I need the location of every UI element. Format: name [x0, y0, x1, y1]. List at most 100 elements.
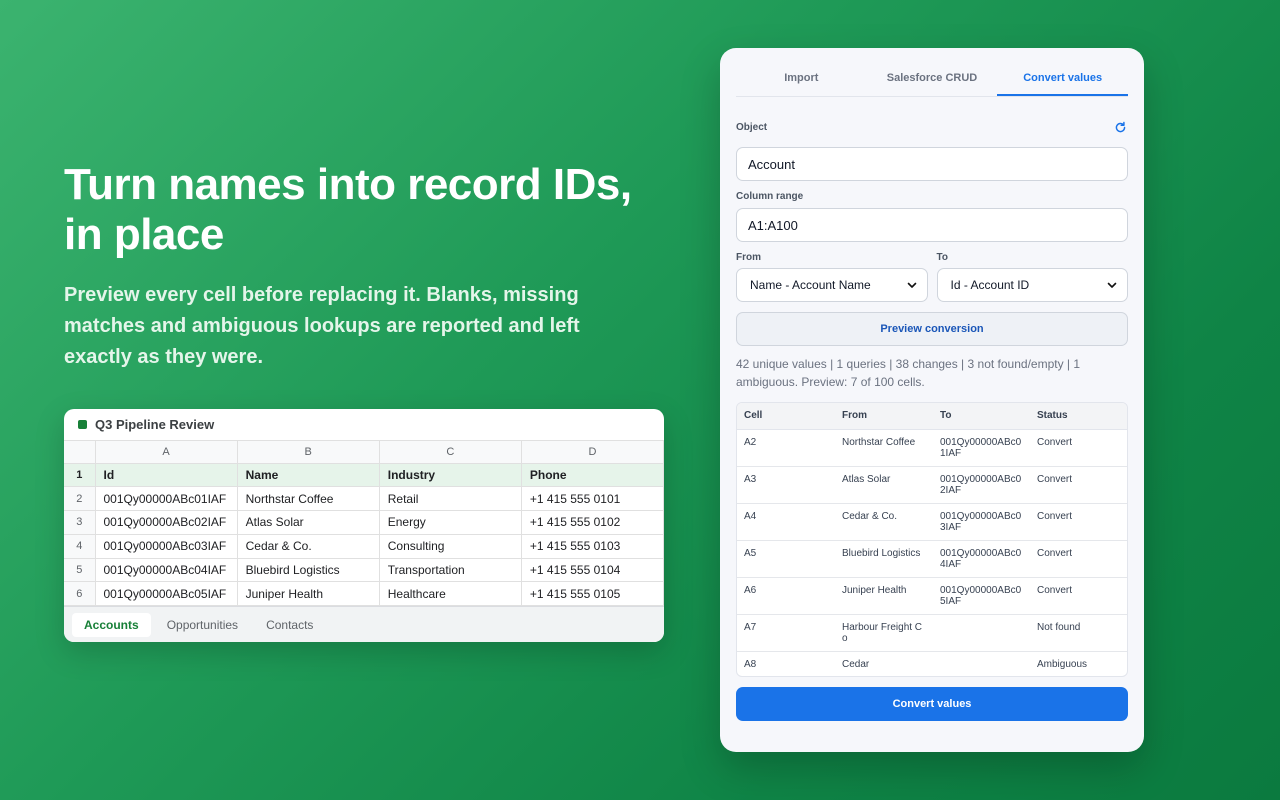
- refresh-icon[interactable]: [1112, 119, 1128, 135]
- cell[interactable]: +1 415 555 0101: [521, 486, 664, 512]
- field-select-row: From Name - Account Name To Id - Account…: [736, 252, 1128, 302]
- result-from: Harbour Freight Co: [835, 614, 933, 652]
- table-row: A4 Cedar & Co. 001Qy00000ABc03IAF Conver…: [737, 503, 1127, 541]
- cell[interactable]: 001Qy00000ABc04IAF: [95, 558, 238, 583]
- result-from: Northstar Coffee: [835, 429, 933, 467]
- chevron-down-icon: [907, 282, 916, 288]
- from-label: From: [736, 252, 761, 263]
- cell[interactable]: Cedar & Co.: [237, 534, 380, 559]
- cell[interactable]: Healthcare: [379, 581, 522, 607]
- result-cell: A7: [737, 614, 835, 652]
- column-range-input[interactable]: A1:A100: [736, 208, 1128, 242]
- tab-import[interactable]: Import: [736, 64, 867, 96]
- from-field: From Name - Account Name: [736, 252, 928, 302]
- cell[interactable]: Phone: [521, 463, 664, 488]
- result-from: Cedar & Co.: [835, 503, 933, 541]
- result-to: 001Qy00000ABc02IAF: [933, 466, 1030, 504]
- result-to: 001Qy00000ABc01IAF: [933, 429, 1030, 467]
- cell[interactable]: +1 415 555 0104: [521, 558, 664, 583]
- results-header-row: Cell From To Status: [737, 403, 1127, 430]
- hero-title: Turn names into record IDs, in place: [64, 160, 632, 259]
- sheet-logo-icon: [78, 420, 87, 429]
- result-to: [933, 651, 1030, 676]
- row-number[interactable]: 3: [64, 510, 96, 535]
- result-cell: A8: [744, 658, 757, 670]
- table-row: 2 001Qy00000ABc01IAF Northstar Coffee Re…: [64, 486, 664, 512]
- spreadsheet-title: Q3 Pipeline Review: [95, 417, 215, 432]
- cell[interactable]: Consulting: [379, 534, 522, 559]
- from-select-value: Name - Account Name: [750, 278, 871, 292]
- table-row: 4 001Qy00000ABc03IAF Cedar & Co. Consult…: [64, 534, 664, 559]
- result-status: Convert: [1030, 503, 1127, 541]
- convert-values-button[interactable]: Convert values: [736, 687, 1128, 721]
- row-number[interactable]: 6: [64, 581, 96, 607]
- from-select[interactable]: Name - Account Name: [736, 268, 928, 302]
- converter-panel: Import Salesforce CRUD Convert values Ob…: [720, 48, 1144, 752]
- tab-salesforce-crud[interactable]: Salesforce CRUD: [867, 64, 998, 96]
- result-to: 001Qy00000ABc03IAF: [933, 503, 1030, 541]
- result-status: Convert: [1030, 429, 1127, 467]
- table-row: A2 Northstar Coffee 001Qy00000ABc01IAF C…: [737, 429, 1127, 467]
- result-cell: A4: [737, 503, 835, 541]
- cell[interactable]: Id: [95, 463, 238, 488]
- cell[interactable]: +1 415 555 0103: [521, 534, 664, 559]
- result-from: Juniper Health: [835, 577, 933, 615]
- cell[interactable]: +1 415 555 0105: [521, 581, 664, 607]
- object-label-row: Object: [736, 119, 1128, 135]
- results-header: From: [835, 403, 933, 430]
- result-status: Convert: [1030, 540, 1127, 578]
- cell[interactable]: Bluebird Logistics: [237, 558, 380, 583]
- cell[interactable]: Industry: [379, 463, 522, 488]
- object-input[interactable]: Account: [736, 147, 1128, 181]
- row-number[interactable]: 5: [64, 558, 96, 583]
- hero-subtitle: Preview every cell before replacing it. …: [64, 284, 580, 368]
- row-number[interactable]: 4: [64, 534, 96, 559]
- results-header: Status: [1030, 403, 1127, 430]
- cell[interactable]: Juniper Health: [237, 581, 380, 607]
- table-row: 3 001Qy00000ABc02IAF Atlas Solar Energy …: [64, 510, 664, 535]
- result-to: 001Qy00000ABc05IAF: [933, 577, 1030, 615]
- table-row: 5 001Qy00000ABc04IAF Bluebird Logistics …: [64, 558, 664, 583]
- result-cell: A3: [737, 466, 835, 504]
- cell[interactable]: Name: [237, 463, 380, 488]
- result-to: [933, 614, 1030, 652]
- spreadsheet-card: Q3 Pipeline Review A B C D 1 Id Name Ind…: [64, 409, 664, 642]
- object-label: Object: [736, 121, 768, 133]
- sheet-tab-accounts[interactable]: Accounts: [72, 612, 151, 637]
- to-label: To: [936, 252, 948, 263]
- column-header[interactable]: B: [237, 441, 380, 464]
- tab-convert-values[interactable]: Convert values: [997, 64, 1129, 96]
- results-header: To: [933, 403, 1030, 430]
- cell[interactable]: +1 415 555 0102: [521, 510, 664, 535]
- result-status: Convert: [1030, 577, 1127, 615]
- sheet-tab-opportunities[interactable]: Opportunities: [155, 613, 250, 637]
- row-number[interactable]: 1: [64, 463, 96, 488]
- panel-tabs: Import Salesforce CRUD Convert values: [736, 64, 1129, 97]
- column-header[interactable]: D: [521, 441, 664, 464]
- results-header: Cell: [737, 403, 835, 430]
- spreadsheet-grid: A B C D 1 Id Name Industry Phone 2 001Qy…: [64, 441, 664, 607]
- result-cell: A2: [737, 429, 835, 467]
- result-from: Atlas Solar: [835, 466, 933, 504]
- row-number[interactable]: 2: [64, 486, 96, 512]
- cell[interactable]: Northstar Coffee: [237, 486, 380, 512]
- table-row: 6 001Qy00000ABc05IAF Juniper Health Heal…: [64, 581, 664, 607]
- to-select[interactable]: Id - Account ID: [936, 268, 1128, 302]
- cell[interactable]: Energy: [379, 510, 522, 535]
- column-header[interactable]: C: [379, 441, 522, 464]
- cell[interactable]: Retail: [379, 486, 522, 512]
- preview-conversion-button[interactable]: Preview conversion: [736, 312, 1128, 346]
- cell[interactable]: 001Qy00000ABc01IAF: [95, 486, 238, 512]
- table-row: A7 Harbour Freight Co Not found: [737, 614, 1127, 652]
- cell[interactable]: Atlas Solar: [237, 510, 380, 535]
- to-field: To Id - Account ID: [936, 252, 1128, 302]
- table-row: 1 Id Name Industry Phone: [64, 463, 664, 488]
- to-select-value: Id - Account ID: [950, 278, 1030, 292]
- cell[interactable]: 001Qy00000ABc03IAF: [95, 534, 238, 559]
- column-header[interactable]: A: [95, 441, 238, 464]
- cell[interactable]: 001Qy00000ABc02IAF: [95, 510, 238, 535]
- cell[interactable]: 001Qy00000ABc05IAF: [95, 581, 238, 607]
- cell[interactable]: Transportation: [379, 558, 522, 583]
- result-status: Convert: [1030, 466, 1127, 504]
- sheet-tab-contacts[interactable]: Contacts: [254, 613, 325, 637]
